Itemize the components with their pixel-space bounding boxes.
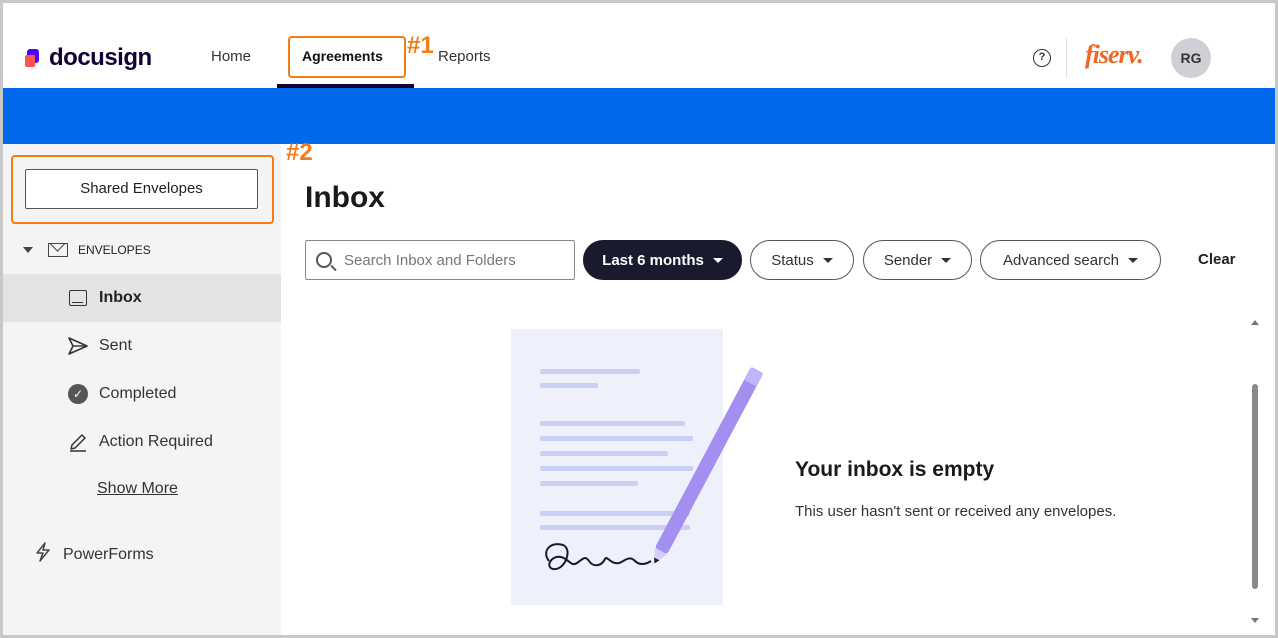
sender-filter-dropdown[interactable]: Sender [863,240,972,280]
powerforms-label: PowerForms [63,545,154,563]
envelopes-section-label: ENVELOPES [78,243,151,257]
status-filter-label: Status [771,251,814,269]
nav-divider [1066,38,1067,78]
chevron-down-icon [822,257,833,263]
envelope-icon [48,243,68,257]
date-filter-label: Last 6 months [602,251,704,269]
send-icon [67,335,89,357]
pen-and-signature-graphic [545,367,763,571]
sidebar-item-label: Action Required [99,433,213,450]
logo-text: docusign [49,44,152,71]
sidebar-item-powerforms[interactable]: PowerForms [35,542,154,567]
annotation-label-2: #2 [286,139,313,166]
page-title: Inbox [305,181,385,214]
content-scrollbar[interactable] [1248,318,1262,630]
date-filter-dropdown[interactable]: Last 6 months [583,240,742,280]
advanced-search-label: Advanced search [1003,251,1119,269]
nav-reports[interactable]: Reports [438,48,491,65]
search-input[interactable]: Search Inbox and Folders [305,240,575,280]
chevron-down-icon [1127,257,1138,263]
caret-down-icon [23,247,33,253]
fiserv-brand-logo: fiserv. [1085,40,1144,69]
sidebar: Shared Envelopes ENVELOPES Inbox Sent ✓ … [3,144,281,635]
sidebar-item-label: Sent [99,337,132,354]
scroll-down-arrow-icon[interactable] [1251,618,1259,623]
scroll-up-arrow-icon[interactable] [1251,320,1259,325]
nav-home[interactable]: Home [211,48,251,65]
banner-bar [3,88,1275,144]
highlight-box-1 [288,36,406,78]
annotation-label-1: #1 [407,32,434,59]
advanced-search-dropdown[interactable]: Advanced search [980,240,1161,280]
top-navigation: docusign Home Agreements Reports #1 ? fi… [3,30,1275,88]
sidebar-item-inbox[interactable]: Inbox [3,274,281,322]
check-circle-icon: ✓ [67,383,89,405]
sender-filter-label: Sender [883,251,933,269]
envelopes-section-toggle[interactable]: ENVELOPES [23,240,151,260]
chevron-down-icon [712,257,723,263]
empty-state-title: Your inbox is empty [795,458,995,481]
docusign-logo[interactable]: docusign [25,44,152,72]
sidebar-item-label: Inbox [99,289,142,306]
help-icon[interactable]: ? [1033,49,1051,67]
search-placeholder: Search Inbox and Folders [344,251,516,269]
user-avatar[interactable]: RG [1171,38,1211,78]
status-filter-dropdown[interactable]: Status [750,240,854,280]
inbox-icon [67,287,89,309]
sidebar-item-label: Completed [99,385,177,402]
scrollbar-thumb[interactable] [1252,384,1258,589]
empty-state-subtitle: This user hasn't sent or received any en… [795,503,1117,520]
search-icon [316,252,332,268]
show-more-link[interactable]: Show More [97,480,178,498]
sidebar-item-action-required[interactable]: Action Required [3,418,281,466]
docusign-logo-mark [25,49,43,67]
lightning-bolt-icon [35,542,51,567]
empty-inbox-illustration [511,329,763,605]
sidebar-item-sent[interactable]: Sent [3,322,281,370]
clear-filters-button[interactable]: Clear [1198,251,1236,268]
pencil-icon [67,431,89,453]
sidebar-item-completed[interactable]: ✓ Completed [3,370,281,418]
app-window: docusign Home Agreements Reports #1 ? fi… [0,0,1278,638]
chevron-down-icon [941,257,952,263]
shared-envelopes-button[interactable]: Shared Envelopes [25,169,258,209]
